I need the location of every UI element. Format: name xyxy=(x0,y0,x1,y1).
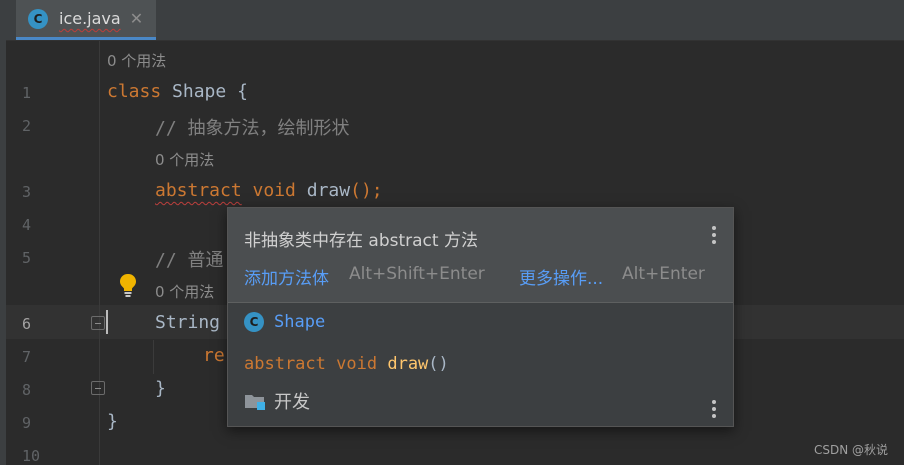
line-number: 8 xyxy=(22,381,32,399)
parens: () xyxy=(428,354,449,374)
keyword-abstract: abstract xyxy=(244,354,326,374)
fold-marker-icon[interactable] xyxy=(91,316,105,330)
type-name: String xyxy=(155,312,221,333)
brace: { xyxy=(237,81,248,102)
module-name: 开发 xyxy=(274,392,310,413)
watermark: CSDN @秋说 xyxy=(813,443,888,457)
line-number: 5 xyxy=(22,249,32,267)
usage-hint[interactable]: 0 个用法 xyxy=(155,149,214,170)
line-number: 7 xyxy=(22,348,32,366)
popup-title: 非抽象类中存在 abstract 方法 xyxy=(244,231,478,251)
more-options-icon[interactable] xyxy=(712,400,716,418)
punctuation: (); xyxy=(350,180,383,201)
more-options-icon[interactable] xyxy=(712,226,716,244)
code-line-3: abstract void draw(); xyxy=(155,180,383,201)
module-folder-icon xyxy=(245,395,265,410)
editor-tab-bar: C ice.java ✕ xyxy=(6,0,904,41)
popup-class-ref[interactable]: C Shape xyxy=(244,312,325,332)
code-line-8: } xyxy=(155,378,166,399)
quick-fix-popup: 非抽象类中存在 abstract 方法 添加方法体 Alt+Shift+Ente… xyxy=(227,207,734,427)
add-method-body-shortcut: Alt+Shift+Enter xyxy=(349,264,485,284)
more-actions-link[interactable]: 更多操作... xyxy=(519,264,603,289)
class-link[interactable]: Shape xyxy=(274,312,325,332)
line-number: 10 xyxy=(22,447,41,465)
more-actions-shortcut: Alt+Enter xyxy=(622,264,705,284)
line-number: 2 xyxy=(22,117,32,135)
line-number: 3 xyxy=(22,183,32,201)
keyword-void: void xyxy=(336,354,378,374)
indent-guide xyxy=(153,340,154,374)
class-name: Shape xyxy=(172,81,227,102)
line-number: 4 xyxy=(22,216,32,234)
line-number: 1 xyxy=(22,84,32,102)
java-class-icon: C xyxy=(244,312,264,332)
tab-ice-java[interactable]: C ice.java ✕ xyxy=(16,0,156,40)
popup-header: 非抽象类中存在 abstract 方法 添加方法体 Alt+Shift+Ente… xyxy=(228,208,733,303)
method-name: draw xyxy=(387,354,429,374)
code-line-2-comment: // 抽象方法，绘制形状 xyxy=(155,118,350,139)
code-line-5-comment: // 普通 xyxy=(155,250,224,271)
tab-label: ice.java xyxy=(59,9,121,28)
keyword-void: void xyxy=(252,180,296,201)
usage-hint[interactable]: 0 个用法 xyxy=(155,281,214,302)
line-number-current: 6 xyxy=(22,315,32,333)
code-line-9: } xyxy=(107,411,118,432)
text-caret xyxy=(106,310,108,334)
code-line-7: re xyxy=(203,345,225,366)
close-icon[interactable]: ✕ xyxy=(130,9,143,28)
add-method-body-link[interactable]: 添加方法体 xyxy=(244,264,329,289)
method-signature: abstract void draw() xyxy=(244,354,449,374)
method-name: draw xyxy=(306,180,351,201)
keyword-abstract: abstract xyxy=(155,180,242,201)
lightbulb-icon[interactable] xyxy=(118,272,138,298)
fold-marker-icon[interactable] xyxy=(91,381,105,395)
line-number: 9 xyxy=(22,414,32,432)
keyword: class xyxy=(107,81,162,102)
java-class-icon: C xyxy=(28,8,48,29)
usage-hint[interactable]: 0 个用法 xyxy=(107,50,166,71)
line-number-gutter xyxy=(6,41,100,465)
gutter-divider xyxy=(99,41,100,465)
code-line-1: class Shape { xyxy=(107,81,248,102)
popup-module[interactable]: 开发 xyxy=(244,388,310,414)
code-line-6: String xyxy=(155,312,220,333)
